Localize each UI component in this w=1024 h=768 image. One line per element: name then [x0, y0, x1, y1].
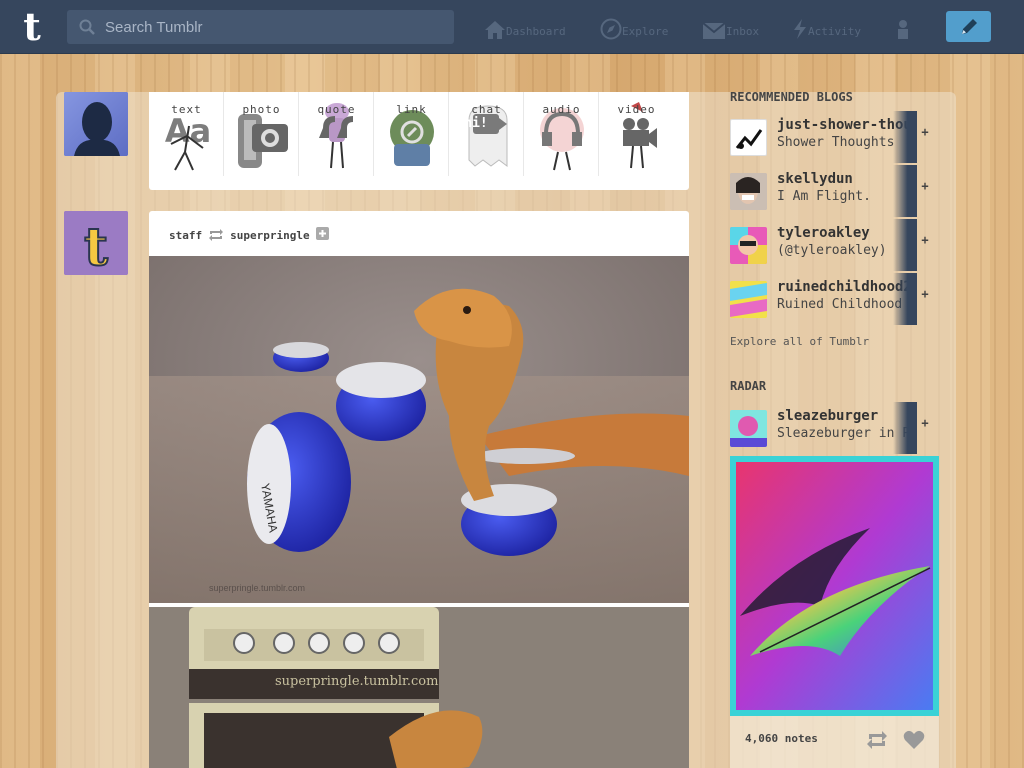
reblog-icon [209, 229, 224, 241]
post-author-link[interactable]: staff [169, 229, 202, 242]
watermark-1: superpringle.tumblr.com [209, 583, 305, 593]
nav-dashboard-label: Dashboard [506, 25, 566, 38]
blog-row-fade [893, 273, 917, 325]
blog-avatar [730, 410, 767, 447]
heart-icon[interactable] [903, 730, 925, 750]
post-header: staff superpringle [169, 227, 329, 242]
search-box[interactable] [67, 10, 454, 44]
nav-activity-label: Activity [808, 25, 861, 38]
nav-dashboard[interactable]: Dashboard [484, 16, 566, 40]
camera-icon [238, 114, 288, 168]
blog-row-fade [893, 111, 917, 163]
home-icon [485, 21, 505, 39]
nav-activity[interactable]: Activity [792, 16, 861, 40]
nav-explore[interactable]: Explore [600, 16, 668, 40]
post-type-bar: Aa text photo quote link hi! chat audio … [149, 92, 689, 190]
lightning-icon [794, 19, 806, 39]
stick-figure-icon [170, 125, 204, 171]
post-type-quote[interactable]: quote [299, 92, 374, 176]
compass-icon [600, 18, 622, 40]
radar-post-footer: 4,060 notes [730, 716, 939, 768]
blog-row-fade [893, 165, 917, 217]
radar-post-image[interactable] [730, 456, 939, 716]
follow-plus-icon[interactable] [315, 227, 329, 240]
reblog-icon[interactable] [866, 730, 888, 750]
search-icon [79, 19, 95, 35]
blog-row-fade [893, 402, 917, 454]
post-type-chat[interactable]: hi! chat [449, 92, 524, 176]
post-photo-amp[interactable]: superpringle.tumblr.com [149, 607, 689, 768]
blog-avatar [730, 281, 767, 318]
follow-plus-icon[interactable]: + [918, 416, 932, 430]
post-type-video-label: video [617, 103, 656, 116]
user-silhouette-icon [64, 92, 128, 156]
recommended-blog-item[interactable]: ruinedchildhood2 Ruined Childhood + [730, 273, 940, 325]
tumblr-logo[interactable]: t [12, 7, 52, 47]
blog-avatar [730, 173, 767, 210]
nav-inbox[interactable]: Inbox [702, 16, 759, 40]
explore-all-link[interactable]: Explore all of Tumblr [730, 335, 869, 348]
compose-button[interactable] [946, 11, 991, 42]
reblog-source-link[interactable]: superpringle [230, 229, 309, 242]
dashboard-post: staff superpringle YAMAHA superpringle.t… [149, 211, 689, 768]
post-type-audio[interactable]: audio [524, 92, 599, 176]
radar-title: RADAR [730, 379, 767, 393]
post-type-photo[interactable]: photo [224, 92, 299, 176]
staff-avatar[interactable]: t [64, 211, 128, 275]
account-icon [898, 20, 908, 39]
blog-row-fade [893, 219, 917, 271]
envelope-icon [702, 22, 726, 39]
pencil-icon [961, 18, 977, 34]
radar-blog-item[interactable]: sleazeburger Sleazeburger in Pi + [730, 402, 940, 454]
top-bar: t Dashboard Explore Inbox Activity [0, 0, 1024, 54]
post-type-link[interactable]: link [374, 92, 449, 176]
notes-count[interactable]: 4,060 notes [745, 732, 818, 745]
watermark-2: superpringle.tumblr.com [275, 674, 438, 689]
blog-avatar [730, 119, 767, 156]
recommended-blog-item[interactable]: skellydun I Am Flight. + [730, 165, 940, 217]
recommended-blog-item[interactable]: tyleroakley (@tyleroakley) + [730, 219, 940, 271]
recommended-blogs-title: RECOMMENDED BLOGS [730, 90, 853, 104]
post-type-chat-label: chat [471, 103, 502, 116]
user-avatar[interactable] [64, 92, 128, 156]
nav-inbox-label: Inbox [726, 25, 760, 38]
recommended-blog-item[interactable]: just-shower-thoughts Shower Thoughts + [730, 111, 940, 163]
follow-plus-icon[interactable]: + [918, 125, 932, 139]
nav-account[interactable] [896, 16, 910, 40]
follow-plus-icon[interactable]: + [918, 233, 932, 247]
post-type-text[interactable]: Aa text [149, 92, 224, 176]
post-type-video[interactable]: video [599, 92, 674, 176]
follow-plus-icon[interactable]: + [918, 287, 932, 301]
post-type-audio-label: audio [542, 103, 581, 116]
tumblr-t-icon: t [64, 211, 128, 275]
follow-plus-icon[interactable]: + [918, 179, 932, 193]
blog-avatar [730, 227, 767, 264]
post-type-quote-label: quote [317, 103, 356, 116]
search-input[interactable] [105, 10, 445, 44]
nav-explore-label: Explore [622, 25, 669, 38]
post-type-photo-label: photo [242, 103, 281, 116]
svg-text:t: t [84, 217, 108, 275]
post-photo-drums[interactable]: YAMAHA superpringle.tumblr.com [149, 256, 689, 603]
post-type-text-label: text [171, 103, 202, 116]
post-type-link-label: link [396, 103, 427, 116]
